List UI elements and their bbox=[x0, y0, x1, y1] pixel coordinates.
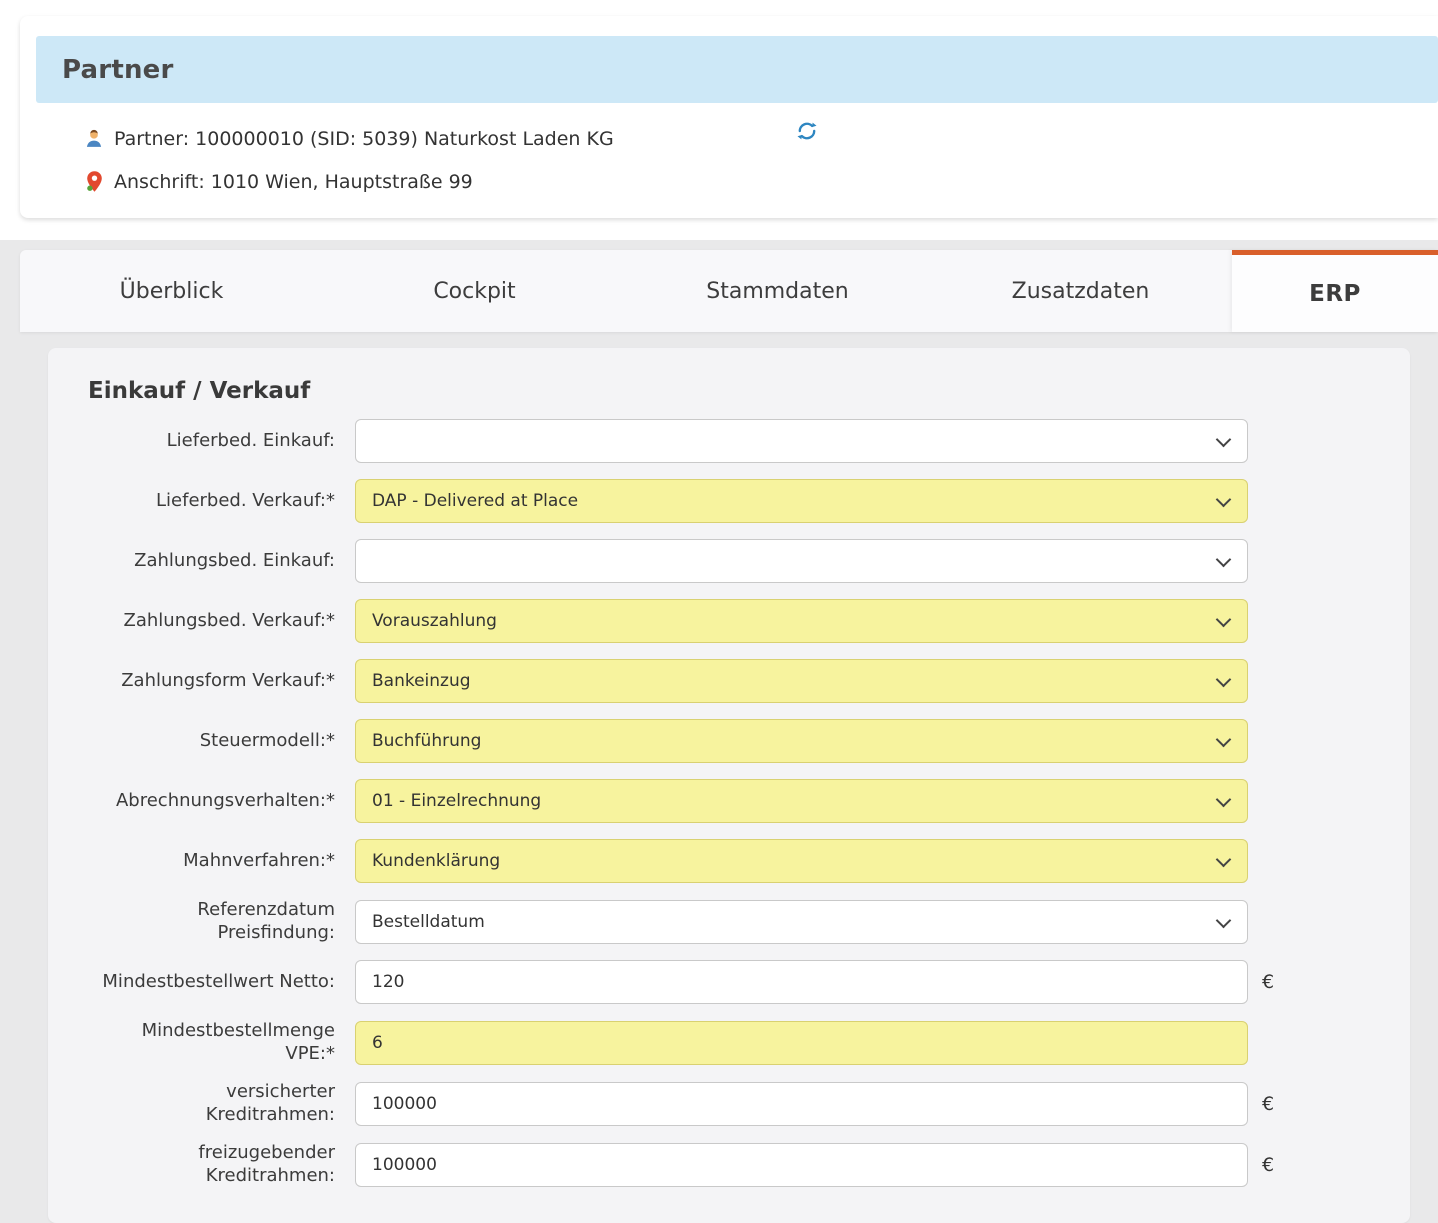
currency-suffix: € bbox=[1262, 1093, 1274, 1115]
page-title: Partner bbox=[62, 55, 174, 85]
tab-ueberblick[interactable]: Überblick bbox=[20, 250, 323, 332]
select-lieferbed-einkauf[interactable] bbox=[355, 419, 1248, 463]
chevron-down-icon bbox=[1216, 492, 1232, 508]
erp-form-card: Einkauf / Verkauf Lieferbed. Einkauf:Lie… bbox=[48, 348, 1410, 1223]
header-zone: Partner Partner: 100000010 (SID: 5039) N… bbox=[0, 0, 1438, 240]
tab-zusatzdaten[interactable]: Zusatzdaten bbox=[929, 250, 1232, 332]
label-steuermodell: Steuermodell:* bbox=[85, 730, 335, 753]
select-zahlungsform-verkauf[interactable]: Bankeinzug bbox=[355, 659, 1248, 703]
currency-suffix: € bbox=[1262, 1154, 1274, 1176]
chevron-down-icon bbox=[1216, 672, 1232, 688]
chevron-down-icon bbox=[1216, 732, 1232, 748]
label-lieferbed-verkauf: Lieferbed. Verkauf:* bbox=[85, 490, 335, 513]
form-row-freizugebender-kreditrahmen: freizugebender Kreditrahmen: € bbox=[85, 1142, 1410, 1187]
input-versicherter-kreditrahmen[interactable] bbox=[355, 1082, 1248, 1126]
address-info-row: Anschrift: 1010 Wien, Hauptstraße 99 bbox=[82, 160, 1438, 203]
person-icon bbox=[82, 129, 106, 149]
input-freizugebender-kreditrahmen[interactable] bbox=[355, 1143, 1248, 1187]
form-row-lieferbed-verkauf: Lieferbed. Verkauf:* DAP - Delivered at P… bbox=[85, 479, 1410, 523]
select-value-zahlungsbed-verkauf: Vorauszahlung bbox=[372, 611, 497, 631]
select-value-abrechnungsverhalten: 01 - Einzelrechnung bbox=[372, 791, 541, 811]
form-row-steuermodell: Steuermodell:* Buchführung bbox=[85, 719, 1410, 763]
select-mahnverfahren[interactable]: Kundenklärung bbox=[355, 839, 1248, 883]
form-row-zahlungsbed-einkauf: Zahlungsbed. Einkauf: bbox=[85, 539, 1410, 583]
partner-banner: Partner bbox=[36, 36, 1438, 103]
select-value-referenzdatum-preisfindung: Bestelldatum bbox=[372, 912, 485, 932]
partner-card: Partner Partner: 100000010 (SID: 5039) N… bbox=[20, 16, 1438, 218]
location-pin-icon bbox=[82, 170, 106, 193]
select-zahlungsbed-einkauf[interactable] bbox=[355, 539, 1248, 583]
select-steuermodell[interactable]: Buchführung bbox=[355, 719, 1248, 763]
form-row-versicherter-kreditrahmen: versicherter Kreditrahmen: € bbox=[85, 1081, 1410, 1126]
label-mahnverfahren: Mahnverfahren:* bbox=[85, 850, 335, 873]
tab-bar: ÜberblickCockpitStammdatenZusatzdatenERP bbox=[20, 250, 1438, 332]
section-title: Einkauf / Verkauf bbox=[85, 378, 1410, 404]
input-mindestbestellwert-netto[interactable] bbox=[355, 960, 1248, 1004]
select-value-steuermodell: Buchführung bbox=[372, 731, 481, 751]
label-abrechnungsverhalten: Abrechnungsverhalten:* bbox=[85, 790, 335, 813]
tab-erp[interactable]: ERP bbox=[1232, 250, 1438, 332]
chevron-down-icon bbox=[1216, 432, 1232, 448]
tab-cockpit[interactable]: Cockpit bbox=[323, 250, 626, 332]
label-freizugebender-kreditrahmen: freizugebender Kreditrahmen: bbox=[85, 1142, 335, 1187]
form-row-lieferbed-einkauf: Lieferbed. Einkauf: bbox=[85, 419, 1410, 463]
select-referenzdatum-preisfindung[interactable]: Bestelldatum bbox=[355, 900, 1248, 944]
form-row-abrechnungsverhalten: Abrechnungsverhalten:* 01 - Einzelrechnun… bbox=[85, 779, 1410, 823]
form-row-referenzdatum-preisfindung: Referenzdatum Preisfindung: Bestelldatum bbox=[85, 899, 1410, 944]
chevron-down-icon bbox=[1216, 852, 1232, 868]
label-zahlungsform-verkauf: Zahlungsform Verkauf:* bbox=[85, 670, 335, 693]
select-value-mahnverfahren: Kundenklärung bbox=[372, 851, 500, 871]
select-value-lieferbed-verkauf: DAP - Delivered at Place bbox=[372, 491, 578, 511]
label-lieferbed-einkauf: Lieferbed. Einkauf: bbox=[85, 430, 335, 453]
address-info-text: Anschrift: 1010 Wien, Hauptstraße 99 bbox=[114, 171, 473, 193]
form-row-mahnverfahren: Mahnverfahren:* Kundenklärung bbox=[85, 839, 1410, 883]
select-abrechnungsverhalten[interactable]: 01 - Einzelrechnung bbox=[355, 779, 1248, 823]
label-zahlungsbed-verkauf: Zahlungsbed. Verkauf:* bbox=[85, 610, 335, 633]
label-mindestbestellwert-netto: Mindestbestellwert Netto: bbox=[85, 971, 335, 994]
label-zahlungsbed-einkauf: Zahlungsbed. Einkauf: bbox=[85, 550, 335, 573]
chevron-down-icon bbox=[1216, 552, 1232, 568]
select-lieferbed-verkauf[interactable]: DAP - Delivered at Place bbox=[355, 479, 1248, 523]
partner-info-text: Partner: 100000010 (SID: 5039) Naturkost… bbox=[114, 128, 614, 150]
partner-info-row: Partner: 100000010 (SID: 5039) Naturkost… bbox=[82, 117, 1438, 160]
form-row-mindestbestellmenge-vpe: Mindestbestellmenge VPE:* bbox=[85, 1020, 1410, 1065]
form-row-mindestbestellwert-netto: Mindestbestellwert Netto: € bbox=[85, 960, 1410, 1004]
chevron-down-icon bbox=[1216, 612, 1232, 628]
label-referenzdatum-preisfindung: Referenzdatum Preisfindung: bbox=[85, 899, 335, 944]
form-row-zahlungsform-verkauf: Zahlungsform Verkauf:* Bankeinzug bbox=[85, 659, 1410, 703]
label-mindestbestellmenge-vpe: Mindestbestellmenge VPE:* bbox=[85, 1020, 335, 1065]
content-zone: ÜberblickCockpitStammdatenZusatzdatenERP… bbox=[0, 240, 1438, 1223]
form-row-zahlungsbed-verkauf: Zahlungsbed. Verkauf:* Vorauszahlung bbox=[85, 599, 1410, 643]
input-mindestbestellmenge-vpe[interactable] bbox=[355, 1021, 1248, 1065]
refresh-icon[interactable] bbox=[795, 119, 819, 143]
select-value-zahlungsform-verkauf: Bankeinzug bbox=[372, 671, 471, 691]
form-fields: Lieferbed. Einkauf: Lieferbed. Verkauf:* D… bbox=[85, 419, 1410, 1187]
select-zahlungsbed-verkauf[interactable]: Vorauszahlung bbox=[355, 599, 1248, 643]
chevron-down-icon bbox=[1216, 912, 1232, 928]
tab-stammdaten[interactable]: Stammdaten bbox=[626, 250, 929, 332]
label-versicherter-kreditrahmen: versicherter Kreditrahmen: bbox=[85, 1081, 335, 1126]
chevron-down-icon bbox=[1216, 792, 1232, 808]
currency-suffix: € bbox=[1262, 971, 1274, 993]
